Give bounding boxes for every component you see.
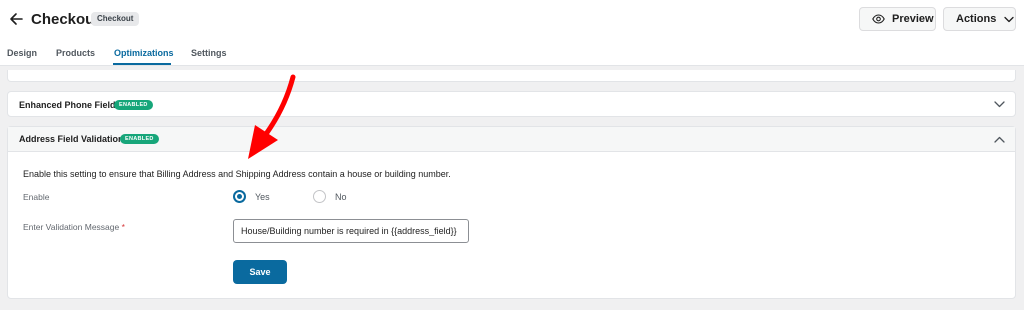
validation-message-input[interactable] [233, 219, 469, 243]
actions-button[interactable]: Actions [943, 7, 1016, 31]
radio-label-yes: Yes [255, 191, 270, 202]
eye-icon [872, 14, 885, 24]
panel-title: Address Field Validation [19, 134, 124, 144]
save-button[interactable]: Save [233, 260, 287, 284]
chevron-down-icon[interactable] [994, 101, 1005, 108]
preview-button[interactable]: Preview [859, 7, 936, 31]
radio-label-no: No [335, 191, 347, 202]
radio-unchecked-icon [313, 190, 326, 203]
previous-setting-panel [7, 70, 1016, 82]
validation-message-label: Enter Validation Message * [23, 222, 125, 232]
validation-message-label-text: Enter Validation Message [23, 222, 120, 232]
page-type-badge: Checkout [91, 12, 140, 26]
tab-products[interactable]: Products [56, 48, 95, 58]
enhanced-phone-field-panel: Enhanced Phone Field ENABLED [7, 91, 1016, 117]
enabled-badge: ENABLED [120, 134, 159, 144]
tab-settings[interactable]: Settings [191, 48, 227, 58]
required-asterisk: * [121, 222, 125, 232]
chevron-down-icon [1004, 16, 1014, 22]
preview-label: Preview [892, 13, 934, 25]
address-field-validation-header[interactable]: Address Field Validation ENABLED [8, 127, 1015, 152]
enable-no-radio[interactable]: No [313, 190, 347, 203]
active-tab-indicator [113, 63, 171, 65]
chevron-up-icon[interactable] [994, 136, 1005, 143]
enhanced-phone-field-header[interactable]: Enhanced Phone Field ENABLED [8, 92, 1015, 117]
actions-label: Actions [956, 13, 997, 25]
tab-design[interactable]: Design [7, 48, 37, 58]
enabled-badge: ENABLED [114, 99, 153, 110]
tab-optimizations[interactable]: Optimizations [114, 48, 174, 58]
setting-description: Enable this setting to ensure that Billi… [23, 169, 451, 179]
enable-yes-radio[interactable]: Yes [233, 190, 270, 203]
page-title: Checkout [31, 11, 100, 28]
address-field-validation-panel: Address Field Validation ENABLED [7, 126, 1016, 299]
radio-checked-icon [233, 190, 246, 203]
enable-label: Enable [23, 192, 50, 202]
top-bar: Checkout Checkout Preview Actions Design… [0, 0, 1024, 66]
panel-title: Enhanced Phone Field [19, 99, 116, 110]
arrow-left-icon[interactable] [8, 11, 24, 27]
